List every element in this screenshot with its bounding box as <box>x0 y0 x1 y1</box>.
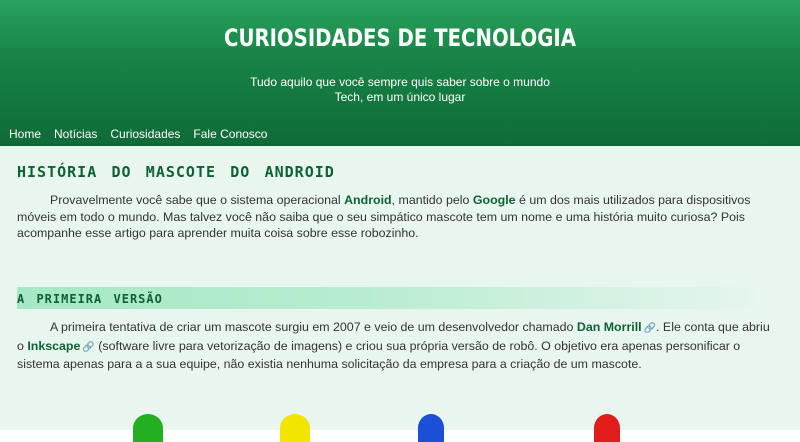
site-header: CURIOSIDADES DE TECNOLOGIA Tudo aquilo q… <box>0 0 800 146</box>
green-mascot-head <box>133 414 163 442</box>
inkscape-link[interactable]: Inkscape 🔗 <box>27 339 95 353</box>
article-content: História do Mascote do Android Provavelm… <box>0 146 800 442</box>
link-icon: 🔗 <box>643 323 657 334</box>
inkscape-label: Inkscape <box>27 338 81 353</box>
dan-morrill-label: Dan Morrill <box>576 320 642 334</box>
dan-morrill-link[interactable]: Dan Morrill 🔗 <box>577 320 656 334</box>
nav-noticias[interactable]: Notícias <box>54 127 97 141</box>
google-highlight: Google <box>472 193 516 207</box>
section-text-1: A primeira tentativa de criar um mascote… <box>50 320 577 334</box>
section-text-3: (software livre para vetorização de imag… <box>17 338 741 372</box>
main-nav: Home Notícias Curiosidades Fale Conosco <box>9 127 280 141</box>
intro-text-2: , mantido pelo <box>391 193 473 207</box>
section-paragraph: A primeira tentativa de criar um mascote… <box>17 319 777 373</box>
article-title: História do Mascote do Android <box>17 158 335 183</box>
link-icon: 🔗 <box>82 341 95 353</box>
red-mascot-head <box>594 414 620 442</box>
site-title: CURIOSIDADES DE TECNOLOGIA <box>224 24 576 52</box>
yellow-mascot-head <box>280 414 310 442</box>
intro-paragraph: Provavelmente você sabe que o sistema op… <box>17 192 777 242</box>
tagline-line-2: Tech, em um único lugar <box>334 90 466 104</box>
tagline-line-1: Tudo aquilo que você sempre quis saber s… <box>250 75 550 89</box>
nav-home[interactable]: Home <box>9 127 41 141</box>
nav-curiosidades[interactable]: Curiosidades <box>110 127 180 141</box>
section-title: A Primeira Versão <box>17 288 163 308</box>
blue-mascot-head <box>418 414 444 442</box>
intro-text-1: Provavelmente você sabe que o sistema op… <box>50 193 345 207</box>
nav-fale-conosco[interactable]: Fale Conosco <box>193 127 267 141</box>
android-highlight: Android <box>344 193 392 207</box>
site-tagline: Tudo aquilo que você sempre quis saber s… <box>0 75 800 105</box>
